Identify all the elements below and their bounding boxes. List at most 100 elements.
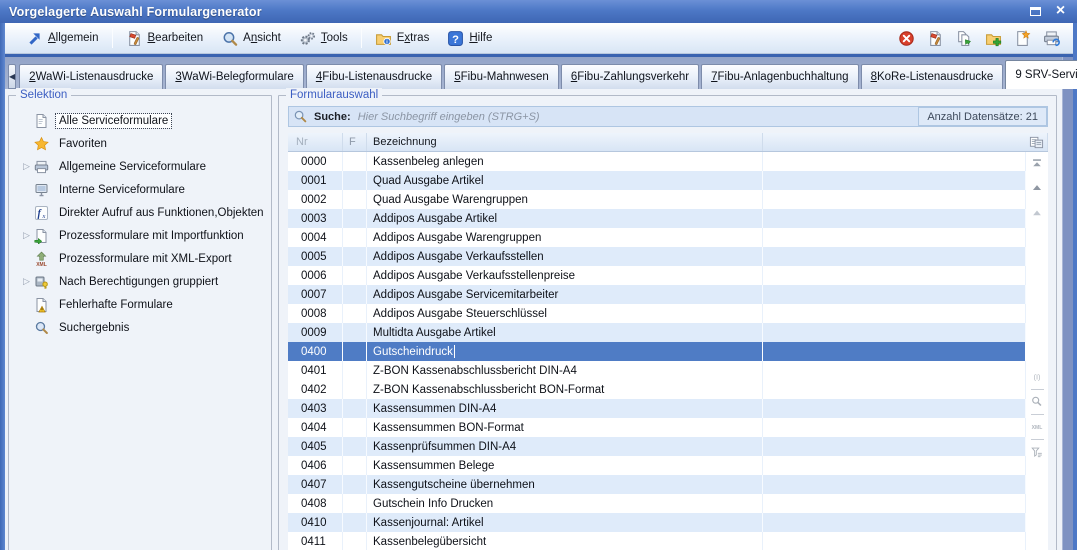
table-row[interactable]: 0009Multidta Ausgabe Artikel bbox=[288, 323, 1026, 342]
search-input[interactable]: Suche: Hier Suchbegriff eingeben (STRG+S… bbox=[288, 106, 1048, 127]
maximize-button[interactable] bbox=[1028, 4, 1043, 18]
tab-7-fibu-anlagenbuchhaltung[interactable]: 7 Fibu-Anlagenbuchhaltung bbox=[701, 64, 858, 89]
column-header-bezeichnung[interactable]: Bezeichnung bbox=[367, 133, 763, 151]
row-bezeichnung: Kassenjournal: Artikel bbox=[367, 513, 763, 532]
menu-item-ansicht[interactable]: Ansicht bbox=[212, 27, 290, 50]
sidebar-item-nach-berechtigungen-gruppiert[interactable]: ▷ Nach Berechtigungen gruppiert bbox=[13, 270, 267, 293]
window-right-panel bbox=[1062, 57, 1073, 550]
tab-4-fibu-listenausdrucke[interactable]: 4 Fibu-Listenausdrucke bbox=[306, 64, 442, 89]
sidebar-item-favoriten[interactable]: Favoriten bbox=[13, 132, 267, 155]
tree-item-label: Prozessformulare mit Importfunktion bbox=[56, 229, 247, 243]
menu-item-allgemein[interactable]: Allgemein bbox=[17, 27, 108, 50]
tab-3-wawi-belegformulare[interactable]: 3 WaWi-Belegformulare bbox=[165, 64, 303, 89]
table-row[interactable]: 0004Addipos Ausgabe Warengruppen bbox=[288, 228, 1026, 247]
row-nr: 0401 bbox=[288, 361, 343, 380]
expander-icon[interactable]: ▷ bbox=[20, 276, 33, 287]
row-f bbox=[343, 228, 367, 247]
table-row[interactable]: 0403Kassensummen DIN-A4 bbox=[288, 399, 1026, 418]
row-spacer bbox=[763, 418, 1026, 437]
sidebar-item-fehlerhafte-formulare[interactable]: Fehlerhafte Formulare bbox=[13, 293, 267, 316]
table-row[interactable]: 0404Kassensummen BON-Format bbox=[288, 418, 1026, 437]
row-f bbox=[343, 513, 367, 532]
hammer-doc-button[interactable] bbox=[926, 29, 945, 48]
row-f bbox=[343, 456, 367, 475]
tree-item-label: Favoriten bbox=[56, 137, 110, 151]
xml-icon[interactable]: XML bbox=[1030, 420, 1044, 434]
row-spacer bbox=[763, 361, 1026, 380]
filter-icon[interactable] bbox=[1030, 445, 1044, 459]
window-title: Vorgelagerte Auswahl Formulargenerator bbox=[0, 5, 262, 19]
column-header-nr[interactable]: Nr bbox=[288, 133, 343, 151]
tree-item-label: Nach Berechtigungen gruppiert bbox=[56, 275, 221, 289]
table-row[interactable]: 0002Quad Ausgabe Warengruppen bbox=[288, 190, 1026, 209]
table-row[interactable]: 0407Kassengutscheine übernehmen bbox=[288, 475, 1026, 494]
menu-item-tools[interactable]: Tools bbox=[290, 27, 357, 50]
table-row[interactable]: 0401Z-BON Kassenabschlussbericht DIN-A4 bbox=[288, 361, 1026, 380]
print-button[interactable] bbox=[1042, 29, 1061, 48]
table-row[interactable]: 0001Quad Ausgabe Artikel bbox=[288, 171, 1026, 190]
tab-6-fibu-zahlungsverkehr[interactable]: 6 Fibu-Zahlungsverkehr bbox=[561, 64, 699, 89]
tree-item-label: Suchergebnis bbox=[56, 321, 132, 335]
table-row[interactable]: 0008Addipos Ausgabe Steuerschlüssel bbox=[288, 304, 1026, 323]
column-header-f[interactable]: F bbox=[343, 133, 367, 151]
new-form-button[interactable] bbox=[1013, 29, 1032, 48]
sidebar-item-alle-serviceformulare[interactable]: Alle Serviceformulare bbox=[13, 109, 267, 132]
expander-icon[interactable]: ▷ bbox=[20, 161, 33, 172]
tab-scroll-left-button[interactable]: ◀ bbox=[8, 64, 16, 89]
zoom-icon[interactable] bbox=[1030, 395, 1044, 409]
row-spacer bbox=[763, 228, 1026, 247]
table-row[interactable]: 0006Addipos Ausgabe Verkaufsstellenpreis… bbox=[288, 266, 1026, 285]
tab-2-wawi-listenausdrucke[interactable]: 2 WaWi-Listenausdrucke bbox=[19, 64, 163, 89]
form-table: Nr F Bezeichnung 0000Kassenbeleg anlegen… bbox=[288, 133, 1048, 550]
folder-info-icon: i bbox=[375, 30, 392, 47]
add-folder-button[interactable] bbox=[984, 29, 1003, 48]
sidebar-item-interne-serviceformulare[interactable]: Interne Serviceformulare bbox=[13, 178, 267, 201]
sidebar-item-prozessformulare-mit-importfunktion[interactable]: ▷ Prozessformulare mit Importfunktion bbox=[13, 224, 267, 247]
row-bezeichnung: Addipos Ausgabe Warengruppen bbox=[367, 228, 763, 247]
menu-item-bearbeiten[interactable]: Bearbeiten bbox=[117, 27, 213, 50]
tab-5-fibu-mahnwesen[interactable]: 5 Fibu-Mahnwesen bbox=[444, 64, 559, 89]
svg-text:?: ? bbox=[452, 33, 459, 45]
abort-icon bbox=[898, 30, 915, 47]
table-row[interactable]: 0408Gutschein Info Drucken bbox=[288, 494, 1026, 513]
step-up-icon[interactable] bbox=[1030, 207, 1044, 221]
svg-text:XML: XML bbox=[36, 261, 47, 266]
sidebar-item-suchergebnis[interactable]: Suchergebnis bbox=[13, 316, 267, 339]
table-row[interactable]: 0007Addipos Ausgabe Servicemitarbeiter bbox=[288, 285, 1026, 304]
expander-icon[interactable]: ▷ bbox=[20, 230, 33, 241]
star-icon bbox=[33, 136, 50, 152]
sidebar-item-allgemeine-serviceformulare[interactable]: ▷Allgemeine Serviceformulare bbox=[13, 155, 267, 178]
tab-8-kore-listenausdrucke[interactable]: 8 KoRe-Listenausdrucke bbox=[861, 64, 1004, 89]
table-row[interactable]: 0405Kassenprüfsummen DIN-A4 bbox=[288, 437, 1026, 456]
svg-text:XML: XML bbox=[1032, 425, 1043, 431]
menu-item-extras[interactable]: iExtras bbox=[366, 27, 439, 50]
table-row[interactable]: 0410 Kassenjournal: Artikel bbox=[288, 513, 1026, 532]
close-icon: × bbox=[1056, 5, 1065, 17]
page-up-icon[interactable] bbox=[1030, 182, 1044, 196]
row-spacer bbox=[763, 494, 1026, 513]
row-f bbox=[343, 437, 367, 456]
column-chooser-icon[interactable] bbox=[1029, 135, 1044, 150]
sidebar-item-prozessformulare-mit-xml-export[interactable]: XMLProzessformulare mit XML-Export bbox=[13, 247, 267, 270]
table-row[interactable]: 0003Addipos Ausgabe Artikel bbox=[288, 209, 1026, 228]
abort-button[interactable] bbox=[897, 29, 916, 48]
table-row[interactable]: 0000Kassenbeleg anlegen bbox=[288, 152, 1026, 171]
menu-item-hilfe[interactable]: ?Hilfe bbox=[438, 27, 501, 50]
table-row[interactable]: 0411Kassenbelegübersicht bbox=[288, 532, 1026, 550]
table-row[interactable]: 0402Z-BON Kassenabschlussbericht BON-For… bbox=[288, 380, 1026, 399]
table-row[interactable]: 0400Gutscheindruck bbox=[288, 342, 1026, 361]
table-row[interactable]: 0005Addipos Ausgabe Verkaufsstellen bbox=[288, 247, 1026, 266]
row-spacer bbox=[763, 399, 1026, 418]
menu-item-label: Bearbeiten bbox=[148, 32, 204, 44]
scroll-top-icon[interactable] bbox=[1030, 157, 1044, 171]
row-nr: 0410 bbox=[288, 513, 343, 532]
copy-form-button[interactable] bbox=[955, 29, 974, 48]
row-spacer bbox=[763, 342, 1026, 361]
tab-9-srv-serviceformulare[interactable]: 9 SRV-Serviceformulare bbox=[1005, 60, 1077, 89]
row-nr: 0411 bbox=[288, 532, 343, 550]
sidebar-item-direkter-aufruf-aus-funktionen-objekten[interactable]: fxDirekter Aufruf aus Funktionen,Objekte… bbox=[13, 201, 267, 224]
table-row[interactable]: 0406Kassensummen Belege bbox=[288, 456, 1026, 475]
autofit-icon[interactable]: (I) bbox=[1030, 370, 1044, 384]
close-button[interactable]: × bbox=[1053, 4, 1068, 18]
arrow-up-right-icon bbox=[26, 30, 43, 47]
